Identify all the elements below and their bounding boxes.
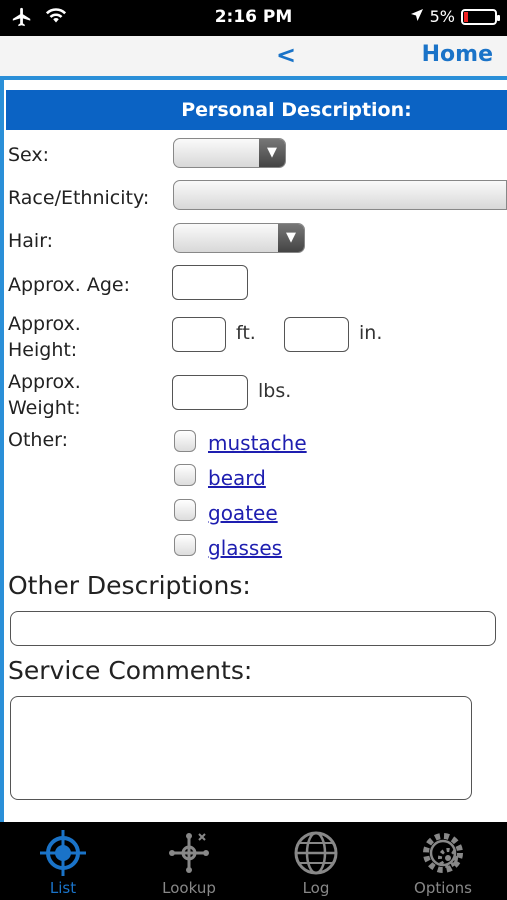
dropdown-arrow-icon: ▼ (259, 139, 285, 167)
height-label-line1: Approx. (8, 313, 81, 335)
mustache-checkbox[interactable] (174, 430, 196, 452)
service-comments-heading: Service Comments: (8, 656, 253, 685)
dropdown-arrow-icon: ▼ (278, 224, 304, 252)
height-inches-input[interactable] (284, 317, 349, 352)
tab-log[interactable]: Log (253, 822, 379, 900)
hair-label: Hair: (8, 230, 54, 252)
pounds-unit: lbs. (258, 380, 292, 402)
tab-bar: List Lookup Log Options (0, 822, 507, 900)
other-label: Other: (8, 429, 69, 451)
left-accent-bar (0, 80, 4, 822)
nav-bar: < Home (0, 36, 507, 76)
home-button[interactable]: Home (422, 42, 493, 67)
battery-icon (461, 8, 500, 25)
beard-link[interactable]: beard (208, 466, 266, 490)
inches-unit: in. (359, 322, 383, 344)
mustache-link[interactable]: mustache (208, 431, 307, 455)
hair-select[interactable]: ▼ (173, 223, 305, 253)
age-label: Approx. Age: (8, 274, 131, 296)
tab-list-label: List (49, 879, 77, 897)
globe-icon (294, 831, 338, 875)
weight-input[interactable] (172, 375, 248, 410)
height-label-line2: Height: (8, 339, 78, 361)
back-button[interactable]: < (276, 41, 296, 69)
status-right: 5% (410, 7, 500, 26)
height-feet-input[interactable] (172, 317, 226, 352)
section-title: Personal Description: (6, 90, 507, 130)
age-input[interactable] (172, 265, 248, 300)
tab-options[interactable]: Options (380, 822, 506, 900)
weight-label-line1: Approx. (8, 371, 81, 393)
goatee-link[interactable]: goatee (208, 501, 278, 525)
tab-list[interactable]: List (0, 822, 126, 900)
tab-lookup-label: Lookup (162, 879, 216, 897)
race-select[interactable] (173, 180, 507, 210)
crosshair-icon (40, 830, 86, 876)
weight-label-line2: Weight: (8, 397, 81, 419)
sex-label: Sex: (8, 144, 50, 166)
beard-checkbox[interactable] (174, 464, 196, 486)
network-icon (169, 833, 209, 873)
location-arrow-icon (410, 7, 424, 26)
battery-percent: 5% (429, 7, 455, 26)
tab-lookup[interactable]: Lookup (126, 822, 252, 900)
sex-select[interactable]: ▼ (173, 138, 286, 168)
glasses-link[interactable]: glasses (208, 536, 282, 560)
service-comments-textarea[interactable] (10, 696, 472, 800)
other-descriptions-heading: Other Descriptions: (8, 571, 251, 600)
status-bar: 2:16 PM 5% (0, 0, 507, 36)
glasses-checkbox[interactable] (174, 534, 196, 556)
race-label: Race/Ethnicity: (8, 187, 150, 209)
feet-unit: ft. (236, 322, 256, 344)
tab-log-label: Log (302, 879, 330, 897)
other-descriptions-input[interactable] (10, 611, 496, 646)
tab-options-label: Options (414, 879, 472, 897)
gears-icon (423, 833, 463, 873)
goatee-checkbox[interactable] (174, 499, 196, 521)
